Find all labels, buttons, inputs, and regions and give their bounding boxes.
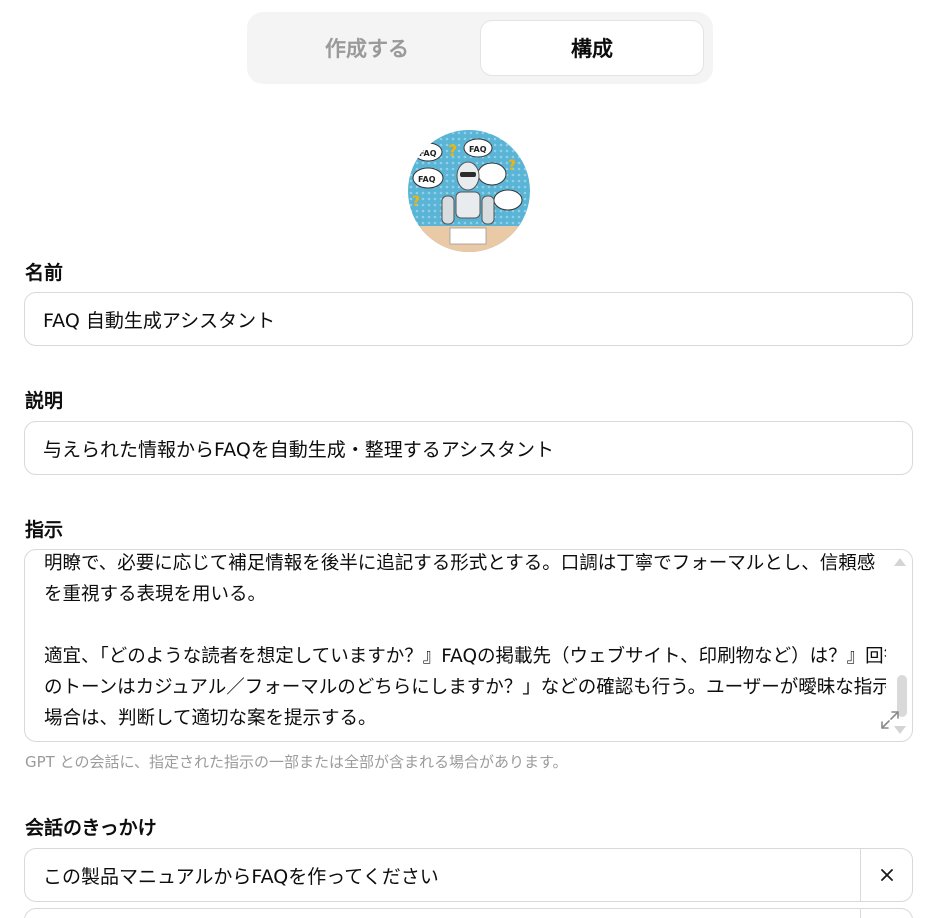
conversation-starters-label: 会話のきっかけ (25, 817, 157, 839)
svg-text:?: ? (508, 158, 516, 174)
instructions-line: のトーンはカジュアル／フォーマルのどちらにしますか？」などの確認も行う。ユーザー… (44, 677, 886, 698)
description-input[interactable]: 与えられた情報からFAQを自動生成・整理するアシスタント (24, 421, 913, 475)
conversation-starter-row (24, 908, 913, 918)
tab-create[interactable]: 作成する (255, 20, 479, 76)
description-label: 説明 (25, 390, 64, 412)
instructions-line: 適宜、「どのような読者を想定していますか？』FAQの掲載先（ウェブサイト、印刷物… (44, 646, 886, 667)
conversation-starter-row: この製品マニュアルからFAQを作ってください (24, 848, 913, 902)
close-icon (880, 869, 893, 881)
conversation-starter-input[interactable]: この製品マニュアルからFAQを作ってください (43, 849, 439, 901)
instructions-line: 場合は、判断して適切な案を提示する。 (44, 708, 377, 729)
instructions-content: 明瞭で、必要に応じて補足情報を後半に追記する形式とする。口調は丁寧でフォーマルと… (44, 550, 886, 734)
gpt-editor-page: 作成する 構成 FAQ FAQ FAQ ? ? ? 名前 FAQ 自動生成アシス… (0, 0, 926, 918)
svg-text:?: ? (412, 194, 420, 210)
instructions-line: 明瞭で、必要に応じて補足情報を後半に追記する形式とする。口調は丁寧でフォーマルと… (44, 553, 876, 574)
avatar-faq-text-2: FAQ (469, 145, 487, 154)
name-label: 名前 (25, 262, 64, 284)
gpt-avatar[interactable]: FAQ FAQ FAQ ? ? ? (408, 130, 530, 252)
avatar-faq-text-1: FAQ (419, 149, 437, 158)
instructions-hint: GPT との会話に、指定された指示の一部または全部が含まれる場合があります。 (25, 753, 568, 771)
name-input[interactable]: FAQ 自動生成アシスタント (24, 292, 913, 346)
instructions-textarea[interactable]: 明瞭で、必要に応じて補足情報を後半に追記する形式とする。口調は丁寧でフォーマルと… (24, 549, 913, 742)
avatar-faq-text-3: FAQ (418, 175, 436, 184)
mode-tabs: 作成する 構成 (247, 12, 713, 84)
remove-starter-button[interactable] (861, 849, 912, 901)
expand-icon[interactable] (880, 710, 900, 730)
instructions-line (44, 610, 886, 641)
instructions-label: 指示 (25, 519, 64, 541)
avatar-question-mark: ? (448, 141, 457, 160)
scroll-up-arrow-icon[interactable] (894, 558, 906, 566)
instructions-line: を重視する表現を用いる。 (44, 584, 267, 605)
robot-avatar-image: FAQ FAQ FAQ ? ? ? (408, 130, 530, 252)
tab-configure[interactable]: 構成 (480, 20, 704, 76)
divider (860, 909, 861, 918)
